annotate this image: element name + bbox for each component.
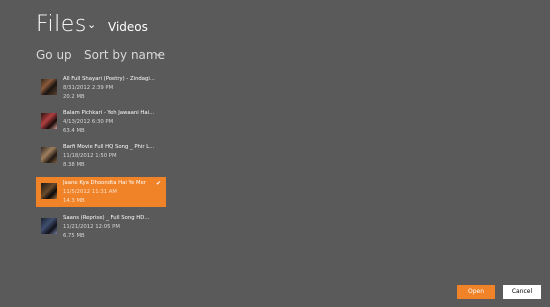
file-date: 11/5/2012 11:31 AM: [63, 189, 117, 195]
file-name: All Full Shayari (Poetry) - Zindagi...: [63, 76, 155, 82]
file-size: 14.3 MB: [63, 198, 85, 204]
list-item[interactable]: Saans (Reprise) _ Full Song HD... 11/21/…: [36, 212, 166, 242]
video-thumbnail: [41, 113, 57, 129]
video-thumbnail: [41, 218, 57, 234]
current-location: Videos: [108, 20, 148, 34]
file-date: 8/31/2012 2:39 PM: [63, 85, 114, 91]
file-name: Jaane Kya Dhoondta Hai Ye Mer: [63, 180, 147, 186]
file-size: 6.75 MB: [63, 233, 85, 239]
cancel-button[interactable]: Cancel: [503, 285, 541, 299]
list-item[interactable]: Balam Pichkari - Yeh Jawaani Hai... 4/13…: [36, 107, 166, 137]
chevron-down-icon[interactable]: ⌄: [154, 48, 162, 59]
page-title: Files: [36, 12, 87, 37]
chevron-down-icon[interactable]: ⌄: [87, 18, 96, 31]
video-thumbnail: [41, 183, 57, 199]
file-name: Saans (Reprise) _ Full Song HD...: [63, 215, 150, 221]
file-name: Balam Pichkari - Yeh Jawaani Hai...: [63, 110, 155, 116]
open-button[interactable]: Open: [457, 285, 495, 299]
video-thumbnail: [41, 79, 57, 95]
sort-dropdown[interactable]: Sort by name: [84, 48, 165, 62]
sort-label: Sort by name: [84, 48, 165, 62]
file-date: 11/18/2012 1:50 PM: [63, 153, 117, 159]
file-size: 8.38 MB: [63, 162, 85, 168]
list-item-selected[interactable]: Jaane Kya Dhoondta Hai Ye Mer 11/5/2012 …: [36, 177, 166, 207]
file-size: 63.4 MB: [63, 128, 85, 134]
go-up-button[interactable]: Go up: [36, 48, 72, 62]
video-thumbnail: [41, 147, 57, 163]
list-item[interactable]: All Full Shayari (Poetry) - Zindagi... 8…: [36, 73, 166, 103]
file-date: 11/21/2012 12:05 PM: [63, 224, 120, 230]
checkmark-icon: ✔: [156, 180, 162, 187]
file-date: 4/13/2012 6:30 PM: [63, 119, 114, 125]
file-name: Barfi Movie Full HQ Song _ Phir L...: [63, 144, 155, 150]
file-size: 20.2 MB: [63, 94, 85, 100]
list-item[interactable]: Barfi Movie Full HQ Song _ Phir L... 11/…: [36, 141, 166, 171]
